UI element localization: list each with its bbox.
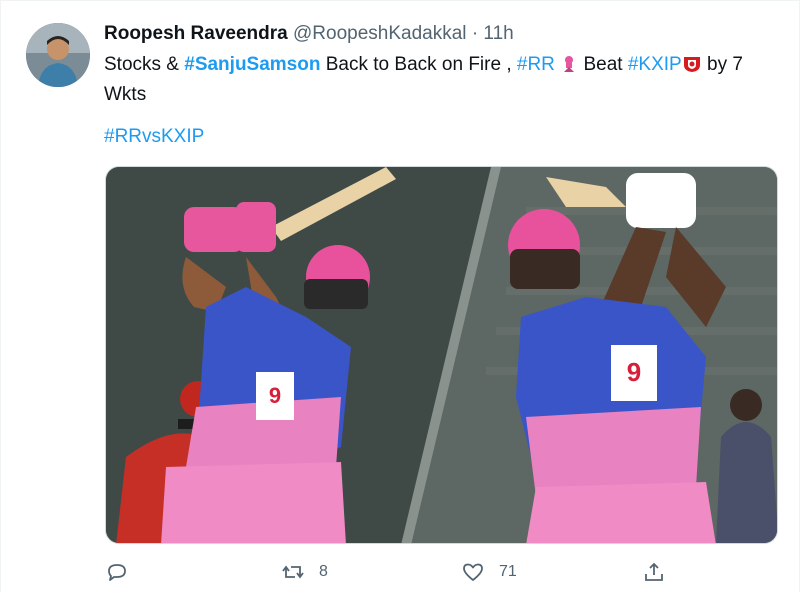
- tweet-media[interactable]: 9 9: [105, 166, 778, 544]
- like-count: 71: [499, 563, 517, 580]
- display-name[interactable]: Roopesh Raveendra: [104, 23, 288, 44]
- hashtag-line: #RRvsKXIP: [104, 126, 204, 148]
- tweet-header: Roopesh Raveendra @RoopeshKadakkal · 11h: [104, 23, 514, 45]
- svg-text:9: 9: [269, 383, 281, 408]
- retweet-count: 8: [319, 563, 328, 580]
- tweet-actions: 8 71: [105, 559, 705, 585]
- hashtag-rr[interactable]: #RR: [517, 54, 555, 75]
- hashtag-rrvskxip[interactable]: #RRvsKXIP: [104, 126, 204, 147]
- like-button[interactable]: 71: [461, 559, 517, 585]
- avatar[interactable]: [26, 23, 90, 87]
- heart-icon: [463, 563, 483, 581]
- reply-button[interactable]: [105, 559, 143, 585]
- tweet-text: Stocks & #SanjuSamson Back to Back on Fi…: [104, 51, 784, 108]
- hashtag-sanjusamson[interactable]: #SanjuSamson: [184, 54, 320, 75]
- svg-text:9: 9: [627, 357, 641, 387]
- separator-dot: ·: [471, 23, 479, 44]
- avatar-image: [26, 23, 90, 87]
- tweet[interactable]: Roopesh Raveendra @RoopeshKadakkal · 11h…: [0, 0, 800, 592]
- retweet-icon: [282, 565, 304, 579]
- kxip-emoji-icon: [682, 54, 702, 81]
- share-button[interactable]: [642, 559, 666, 585]
- share-icon: [645, 562, 663, 581]
- text-part: Back to Back on Fire ,: [320, 54, 517, 75]
- text-part: Stocks &: [104, 54, 185, 75]
- rr-emoji-icon: [560, 54, 578, 81]
- hashtag-kxip[interactable]: #KXIP: [628, 54, 682, 75]
- cricket-photo-icon: 9 9: [106, 167, 777, 543]
- reply-icon: [108, 564, 126, 581]
- handle[interactable]: @RoopeshKadakkal: [293, 23, 467, 44]
- retweet-button[interactable]: 8: [281, 559, 328, 585]
- timestamp[interactable]: 11h: [483, 23, 513, 44]
- text-part: Beat: [578, 54, 628, 75]
